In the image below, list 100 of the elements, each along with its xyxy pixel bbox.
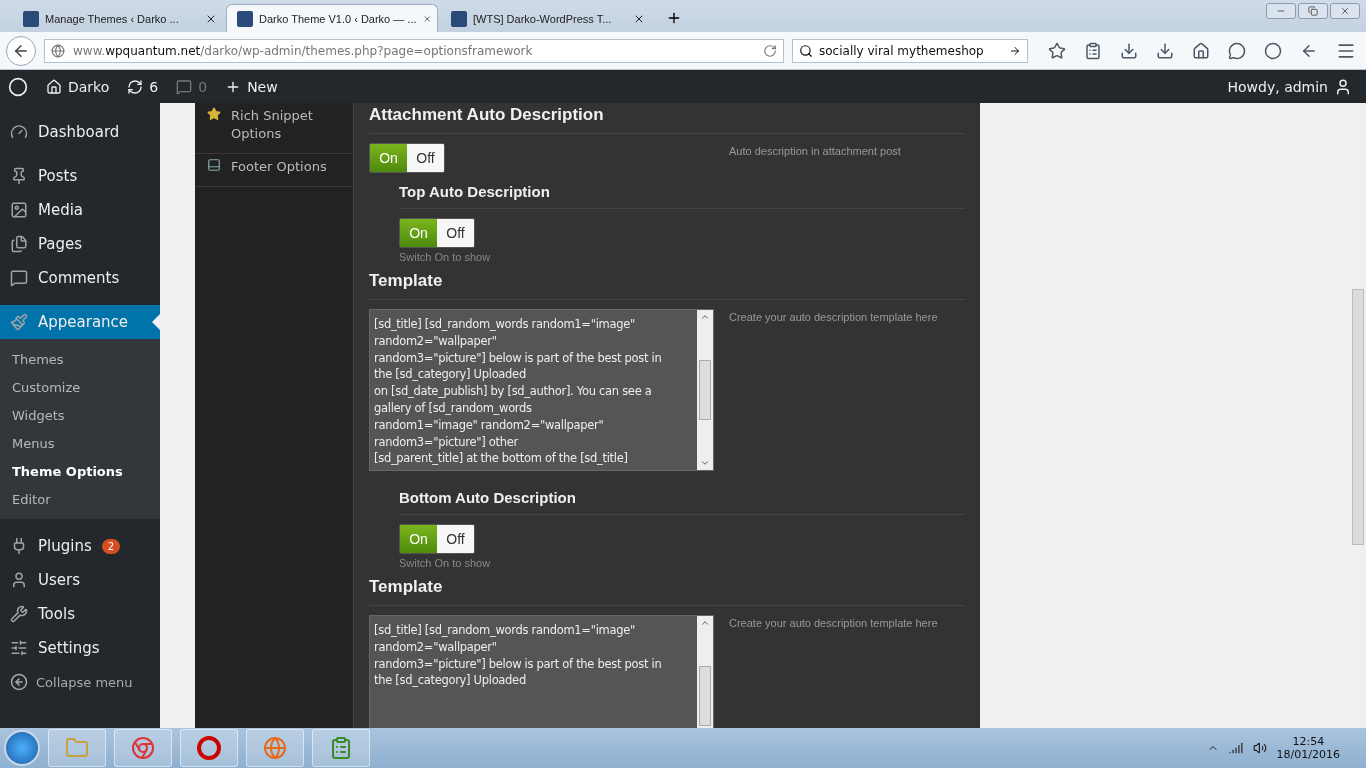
switch-hint: Switch On to show xyxy=(399,251,492,263)
taskbar-button[interactable] xyxy=(312,729,370,767)
comment-icon xyxy=(10,269,28,287)
address-field[interactable]: www.wpquantum.net/darko/wp-admin/themes.php?page=optionsframework xyxy=(44,38,784,63)
scrollbar-thumb[interactable] xyxy=(699,666,711,726)
chat-icon[interactable] xyxy=(1228,41,1246,60)
wrench-icon xyxy=(10,605,28,623)
updates-link[interactable]: 6 xyxy=(127,78,159,95)
collapse-menu-button[interactable]: Collapse menu xyxy=(0,665,160,699)
signal-icon[interactable] xyxy=(1228,741,1243,755)
restore-button[interactable] xyxy=(1298,3,1328,19)
site-link[interactable]: Darko xyxy=(46,78,110,95)
folder-icon xyxy=(65,736,89,760)
close-icon xyxy=(1340,6,1350,16)
download-icon[interactable] xyxy=(1120,41,1138,60)
dashboard-icon xyxy=(10,123,28,141)
back-button[interactable] xyxy=(6,35,36,66)
comment-icon xyxy=(176,78,193,95)
reload-icon[interactable] xyxy=(763,43,777,58)
clock[interactable]: 12:54 18/01/2016 xyxy=(1276,735,1340,761)
globe-icon xyxy=(263,736,287,760)
user-icon xyxy=(10,571,28,589)
submenu-item[interactable]: Theme Options xyxy=(0,457,160,485)
pages-icon xyxy=(10,235,28,253)
url-text: www.wpquantum.net/darko/wp-admin/themes.php?page=optionsframework xyxy=(73,43,534,58)
notepad-icon xyxy=(329,736,353,760)
sidebar-item[interactable]: Pages xyxy=(0,227,160,261)
search-text: socially viral mythemeshop xyxy=(819,43,985,58)
arrow-left-icon xyxy=(10,673,28,691)
submenu-item[interactable]: Menus xyxy=(0,429,160,457)
option-description: Create your auto description template here xyxy=(729,616,938,629)
switch-hint: Switch On to show xyxy=(399,557,492,569)
browser-tab[interactable]: Darko Theme V1.0 ‹ Darko — ... xyxy=(226,4,438,32)
favicon-icon xyxy=(237,10,253,27)
home-icon[interactable] xyxy=(1192,41,1210,60)
avatar-icon xyxy=(1334,77,1352,96)
option-description: Auto description in attachment post xyxy=(729,144,901,157)
section-heading: Attachment Auto Description xyxy=(369,103,965,134)
count-badge: 2 xyxy=(101,538,121,554)
submenu-item[interactable]: Widgets xyxy=(0,401,160,429)
restore-icon xyxy=(1308,6,1318,16)
arrow-right-icon[interactable] xyxy=(1009,44,1021,57)
start-button[interactable] xyxy=(4,730,40,766)
search-icon xyxy=(799,43,813,58)
account-link[interactable]: Howdy, admin xyxy=(1227,77,1352,96)
sidebar-item[interactable]: Users xyxy=(0,563,160,597)
sidebar-item[interactable]: Posts xyxy=(0,159,160,193)
sidebar-item[interactable]: Dashboard xyxy=(0,115,160,149)
taskbar-button[interactable] xyxy=(180,729,238,767)
sidebar-item[interactable]: Tools xyxy=(0,597,160,631)
submenu-item[interactable]: Themes xyxy=(0,345,160,373)
scrollbar-thumb[interactable] xyxy=(1352,289,1364,545)
pin-icon xyxy=(10,167,28,185)
media-icon xyxy=(10,201,28,219)
taskbar-button[interactable] xyxy=(114,729,172,767)
logo-icon[interactable] xyxy=(8,76,28,97)
section-heading: Top Auto Description xyxy=(399,173,965,209)
options-nav-item[interactable]: Rich Snippet Options xyxy=(195,103,353,154)
new-link[interactable]: New xyxy=(225,78,278,95)
star-icon[interactable] xyxy=(1048,41,1066,60)
circle-icon[interactable] xyxy=(1264,41,1282,60)
sidebar-item[interactable]: Comments xyxy=(0,261,160,295)
section-heading: Template xyxy=(369,269,965,300)
on-off-switch[interactable]: On Off xyxy=(399,218,475,248)
browser-tab[interactable]: [WTS] Darko-WordPress T... xyxy=(440,4,652,32)
submenu-item[interactable]: Customize xyxy=(0,373,160,401)
arrow-down-icon[interactable] xyxy=(1156,41,1174,60)
scroll-down-icon[interactable] xyxy=(700,458,710,468)
favicon-icon xyxy=(451,10,467,27)
scroll-up-icon[interactable] xyxy=(700,312,710,322)
settings-icon xyxy=(10,639,28,657)
sidebar-item[interactable]: Appearance xyxy=(0,305,160,339)
sidebar-item[interactable]: Settings xyxy=(0,631,160,665)
on-off-switch[interactable]: On Off xyxy=(399,524,475,554)
speaker-icon[interactable] xyxy=(1252,741,1267,755)
sidebar-item[interactable]: Media xyxy=(0,193,160,227)
on-off-switch[interactable]: On Off xyxy=(369,143,445,173)
section-heading: Template xyxy=(369,575,965,606)
globe-icon xyxy=(51,43,65,58)
section-heading: Bottom Auto Description xyxy=(399,479,965,515)
browser-tab[interactable]: Manage Themes ‹ Darko ... xyxy=(12,4,224,32)
new-tab-icon[interactable] xyxy=(666,10,682,26)
sidebar-item[interactable]: Plugins 2 xyxy=(0,529,160,563)
options-nav-item[interactable]: Footer Options xyxy=(195,154,353,187)
layout-icon xyxy=(207,158,221,172)
close-button[interactable] xyxy=(1330,3,1360,19)
refresh-icon xyxy=(127,78,144,95)
scrollbar-thumb[interactable] xyxy=(699,360,711,420)
taskbar-button[interactable] xyxy=(246,729,304,767)
star-icon xyxy=(207,107,221,121)
scroll-up-icon[interactable] xyxy=(700,618,710,628)
clipboard-icon[interactable] xyxy=(1084,41,1102,60)
home-icon xyxy=(46,78,62,95)
submenu-item[interactable]: Editor xyxy=(0,485,160,513)
option-description: Create your auto description template here xyxy=(729,310,938,323)
browser-icon xyxy=(131,736,155,760)
search-field[interactable]: socially viral mythemeshop xyxy=(792,38,1028,63)
brush-icon xyxy=(10,313,28,331)
template-textarea[interactable]: [sd_title] [sd_random_words random1="image" random2="wallpaper" random3="picture"] below is part of the best post in the [sd_category] Uploaded xyxy=(369,615,714,728)
template-textarea[interactable]: [sd_title] [sd_random_words random1="image" random2="wallpaper" random3="picture"] below is part of the best post in the [sd_category] Uploaded on [sd_date_publish] by [sd_author]. You can see a gallery of [sd_random_words random1="image" random2="wallpaper" random3="picture"] other [sd_parent_title] at the bottom of the [sd_title] xyxy=(369,309,714,471)
